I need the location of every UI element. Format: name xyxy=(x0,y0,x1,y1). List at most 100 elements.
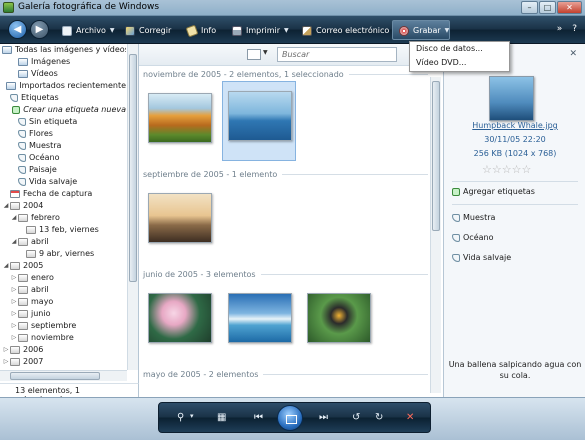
nav-tree-item[interactable]: ▷ enero xyxy=(0,272,126,284)
tag-icon xyxy=(18,130,26,138)
nav-tree-item[interactable]: Fecha de captura xyxy=(0,188,126,200)
rotate-right-button[interactable]: ↻ xyxy=(375,412,383,423)
group-header-may-2005[interactable]: mayo de 2005 - 2 elementos xyxy=(143,370,428,379)
maximize-button[interactable]: □ xyxy=(539,1,556,14)
photo-thumbnail-autumn[interactable] xyxy=(142,87,216,149)
rating-stars[interactable]: ☆☆☆☆☆ xyxy=(482,163,531,176)
nav-tree-item[interactable]: Flores xyxy=(0,128,126,140)
nav-tree-item[interactable]: Etiquetas xyxy=(0,92,126,104)
grabar-menu-button[interactable]: Grabar ▼ xyxy=(392,20,450,40)
navigation-vertical-scrollbar[interactable] xyxy=(127,44,138,370)
scrollbar-thumb[interactable] xyxy=(10,372,100,380)
rotate-left-button[interactable]: ↺ xyxy=(352,412,360,423)
nav-tree-item[interactable]: ▷ 2007 xyxy=(0,356,126,368)
tag-item-oceano[interactable]: Océano xyxy=(452,233,493,242)
next-button[interactable]: ⏭ xyxy=(319,412,328,423)
expand-arrow-icon[interactable]: ▷ xyxy=(2,356,10,368)
folder-icon xyxy=(18,322,28,330)
expand-arrow-icon[interactable]: ▷ xyxy=(10,320,18,332)
more-commands-button[interactable]: » xyxy=(557,24,563,34)
delete-button[interactable]: ✕ xyxy=(406,412,414,423)
forward-button[interactable]: ▶ xyxy=(30,20,49,39)
navigation-tree: Todas las imágenes y vídeos Imágenes Vídeo… xyxy=(0,44,126,368)
correo-electronico-button[interactable]: Correo electrónico xyxy=(302,23,389,38)
group-header-nov-2005[interactable]: noviembre de 2005 - 2 elementos, 1 selec… xyxy=(143,70,428,79)
expand-arrow-icon[interactable]: ▷ xyxy=(10,296,18,308)
group-header-sep-2005[interactable]: septiembre de 2005 - 1 elemento xyxy=(143,170,428,179)
nav-tree-item[interactable]: Paisaje xyxy=(0,164,126,176)
scrollbar-thumb[interactable] xyxy=(129,54,137,282)
close-pane-icon[interactable]: ✕ xyxy=(569,49,577,59)
menu-item-video-dvd[interactable]: Vídeo DVD... xyxy=(410,56,509,70)
corregir-button[interactable]: Corregir xyxy=(125,23,171,38)
tag-item-muestra[interactable]: Muestra xyxy=(452,213,495,222)
chevron-down-icon[interactable]: ▾ xyxy=(190,412,194,420)
add-tags-link[interactable]: Agregar etiquetas xyxy=(452,187,535,196)
nav-tree-item[interactable]: ▷ mayo xyxy=(0,296,126,308)
zoom-icon[interactable]: ⚲ xyxy=(177,412,184,423)
previous-button[interactable]: ⏮ xyxy=(254,412,263,423)
nav-tree-item[interactable]: ◢ 2005 xyxy=(0,260,126,272)
thumbnail-view: ▼ Buscar noviembre de 2005 - 2 elementos… xyxy=(139,44,443,397)
expand-arrow-icon[interactable]: ▷ xyxy=(10,272,18,284)
navigation-horizontal-scrollbar[interactable] xyxy=(0,370,127,381)
close-button[interactable]: ✕ xyxy=(557,1,582,14)
expand-arrow-icon[interactable]: ◢ xyxy=(10,236,18,248)
nav-tree-item[interactable]: ◢ abril xyxy=(0,236,126,248)
nav-tree-item[interactable]: ◢ 2004 xyxy=(0,200,126,212)
nav-tree-item[interactable]: ▷ noviembre xyxy=(0,332,126,344)
tag-icon xyxy=(18,166,26,174)
nav-tree-item[interactable]: ▷ junio xyxy=(0,308,126,320)
imprimir-menu[interactable]: Imprimir ▼ xyxy=(232,23,289,38)
photo-gallery-app-icon xyxy=(3,2,14,13)
slideshow-button[interactable] xyxy=(277,405,303,431)
nav-tree-item[interactable]: 13 feb, viernes xyxy=(0,224,126,236)
expand-arrow-icon[interactable]: ▷ xyxy=(10,284,18,296)
back-button[interactable]: ◀ xyxy=(8,20,27,39)
nav-tree-item[interactable]: Vídeos xyxy=(0,68,126,80)
nav-tree-item[interactable]: ◢ febrero xyxy=(0,212,126,224)
photo-thumbnail-humpback-whale[interactable] xyxy=(222,81,296,161)
actual-size-icon[interactable]: ▦ xyxy=(217,412,226,423)
minimize-button[interactable]: – xyxy=(521,1,538,14)
group-header-jun-2005[interactable]: junio de 2005 - 3 elementos xyxy=(143,270,428,279)
info-button[interactable]: Info xyxy=(185,23,216,38)
nav-tree-item[interactable]: ▷ abril xyxy=(0,284,126,296)
nav-tree-item[interactable]: Océano xyxy=(0,152,126,164)
expand-arrow-icon[interactable]: ▷ xyxy=(2,344,10,356)
nav-tree-item[interactable]: ▷ septiembre xyxy=(0,320,126,332)
search-input[interactable]: Buscar xyxy=(277,47,397,62)
expand-arrow-icon[interactable]: ▷ xyxy=(10,332,18,344)
nav-tree-item[interactable]: ▷ 2006 xyxy=(0,344,126,356)
menu-item-disco-datos[interactable]: Disco de datos... xyxy=(410,42,509,56)
file-name[interactable]: Humpback Whale.jpg xyxy=(444,121,585,130)
expand-arrow-icon[interactable]: ▷ xyxy=(10,308,18,320)
nav-tree-label: Flores xyxy=(29,129,53,138)
nav-tree-item[interactable]: 9 abr, viernes xyxy=(0,248,126,260)
thumbnail-vertical-scrollbar[interactable] xyxy=(430,77,441,393)
nav-tree-item[interactable]: Crear una etiqueta nueva xyxy=(0,104,126,116)
date-taken[interactable]: 30/11/05 22:20 xyxy=(444,135,585,144)
expand-arrow-icon[interactable]: ◢ xyxy=(2,200,10,212)
group-label: noviembre de 2005 - 2 elementos, 1 selec… xyxy=(143,70,344,79)
expand-arrow-icon[interactable]: ◢ xyxy=(10,212,18,224)
nav-tree-item[interactable]: Todas las imágenes y vídeos xyxy=(0,44,126,56)
photo-thumbnail-tree[interactable] xyxy=(142,187,216,249)
chevron-down-icon[interactable]: ▼ xyxy=(263,49,268,56)
nav-tree-item[interactable]: Importados recientemente xyxy=(0,80,126,92)
printer-icon xyxy=(232,25,242,36)
help-button[interactable]: ? xyxy=(572,24,577,34)
nav-tree-item[interactable]: Muestra xyxy=(0,140,126,152)
photo-caption[interactable]: Una ballena salpicando agua con su cola. xyxy=(448,359,582,381)
view-thumbnails-icon[interactable] xyxy=(247,49,261,60)
tag-item-vida-salvaje[interactable]: Vida salvaje xyxy=(452,253,511,262)
photo-thumbnail-lagoon[interactable] xyxy=(222,287,296,349)
photo-thumbnail-toucan[interactable] xyxy=(301,287,375,349)
nav-tree-item[interactable]: Vida salvaje xyxy=(0,176,126,188)
expand-arrow-icon[interactable]: ◢ xyxy=(2,260,10,272)
scrollbar-thumb[interactable] xyxy=(432,81,440,231)
archivo-menu[interactable]: Archivo ▼ xyxy=(62,23,115,38)
photo-thumbnail-flowers[interactable] xyxy=(142,287,216,349)
nav-tree-item[interactable]: Imágenes xyxy=(0,56,126,68)
nav-tree-item[interactable]: Sin etiqueta xyxy=(0,116,126,128)
